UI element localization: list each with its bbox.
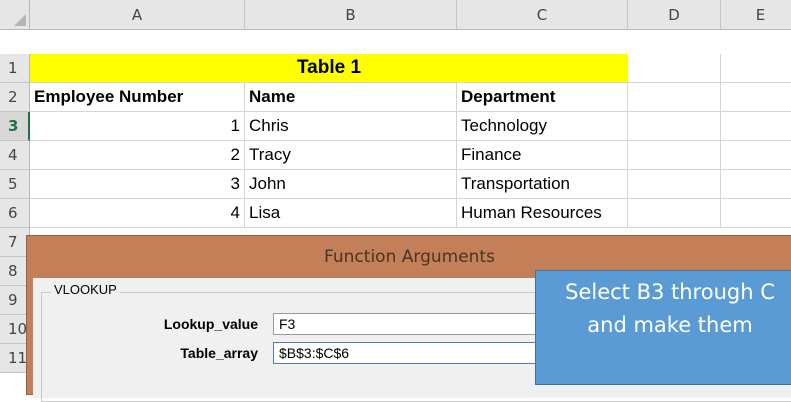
select-all-button[interactable]: [0, 0, 30, 30]
lookup-value-input[interactable]: F3: [273, 313, 539, 335]
column-header-c[interactable]: C: [457, 0, 628, 30]
row-header-4[interactable]: 4: [0, 141, 30, 170]
row-header-3[interactable]: 3: [0, 112, 30, 141]
cell-e5[interactable]: [721, 170, 791, 199]
callout-line-2: and make them: [587, 313, 753, 337]
cell-e1[interactable]: [721, 54, 791, 83]
header-spacer: [30, 30, 791, 54]
cell-d4[interactable]: [628, 141, 721, 170]
function-name-label: VLOOKUP: [51, 282, 120, 297]
row-header-5[interactable]: 5: [0, 170, 30, 199]
cell-d1[interactable]: [628, 54, 721, 83]
cell-d3[interactable]: [628, 112, 721, 141]
cell-c4[interactable]: Finance: [457, 141, 628, 170]
cell-e4[interactable]: [721, 141, 791, 170]
cell-c6[interactable]: Human Resources: [457, 199, 628, 228]
table-title-cell[interactable]: Table 1: [30, 54, 628, 83]
cell-d5[interactable]: [628, 170, 721, 199]
instruction-callout: Select B3 through C and make them: [535, 270, 791, 385]
callout-line-1: Select B3 through C: [565, 280, 775, 304]
cell-a3[interactable]: 1: [30, 112, 245, 141]
cell-c5[interactable]: Transportation: [457, 170, 628, 199]
cell-d6[interactable]: [628, 199, 721, 228]
cell-e2[interactable]: [721, 83, 791, 112]
lookup-value-label: Lookup_value: [163, 316, 258, 332]
row-header-2[interactable]: 2: [0, 83, 30, 112]
select-all-triangle-icon: [14, 14, 26, 26]
cell-a5[interactable]: 3: [30, 170, 245, 199]
column-header-d[interactable]: D: [628, 0, 721, 30]
cell-b4[interactable]: Tracy: [245, 141, 457, 170]
cell-a6[interactable]: 4: [30, 199, 245, 228]
cell-b3[interactable]: Chris: [245, 112, 457, 141]
row-header-6[interactable]: 6: [0, 199, 30, 228]
cell-e3[interactable]: [721, 112, 791, 141]
cell-c3[interactable]: Technology: [457, 112, 628, 141]
cell-a4[interactable]: 2: [30, 141, 245, 170]
header-employee-number[interactable]: Employee Number: [30, 83, 245, 112]
column-header-e[interactable]: E: [721, 0, 791, 30]
column-header-b[interactable]: B: [245, 0, 457, 30]
cell-b5[interactable]: John: [245, 170, 457, 199]
header-department[interactable]: Department: [457, 83, 628, 112]
row-header-1[interactable]: 1: [0, 54, 30, 83]
table-array-label: Table_array: [180, 345, 258, 361]
table-array-input[interactable]: $B$3:$C$6: [273, 342, 539, 364]
header-name[interactable]: Name: [245, 83, 457, 112]
cell-b6[interactable]: Lisa: [245, 199, 457, 228]
cell-d2[interactable]: [628, 83, 721, 112]
cell-e6[interactable]: [721, 199, 791, 228]
column-header-a[interactable]: A: [30, 0, 245, 30]
